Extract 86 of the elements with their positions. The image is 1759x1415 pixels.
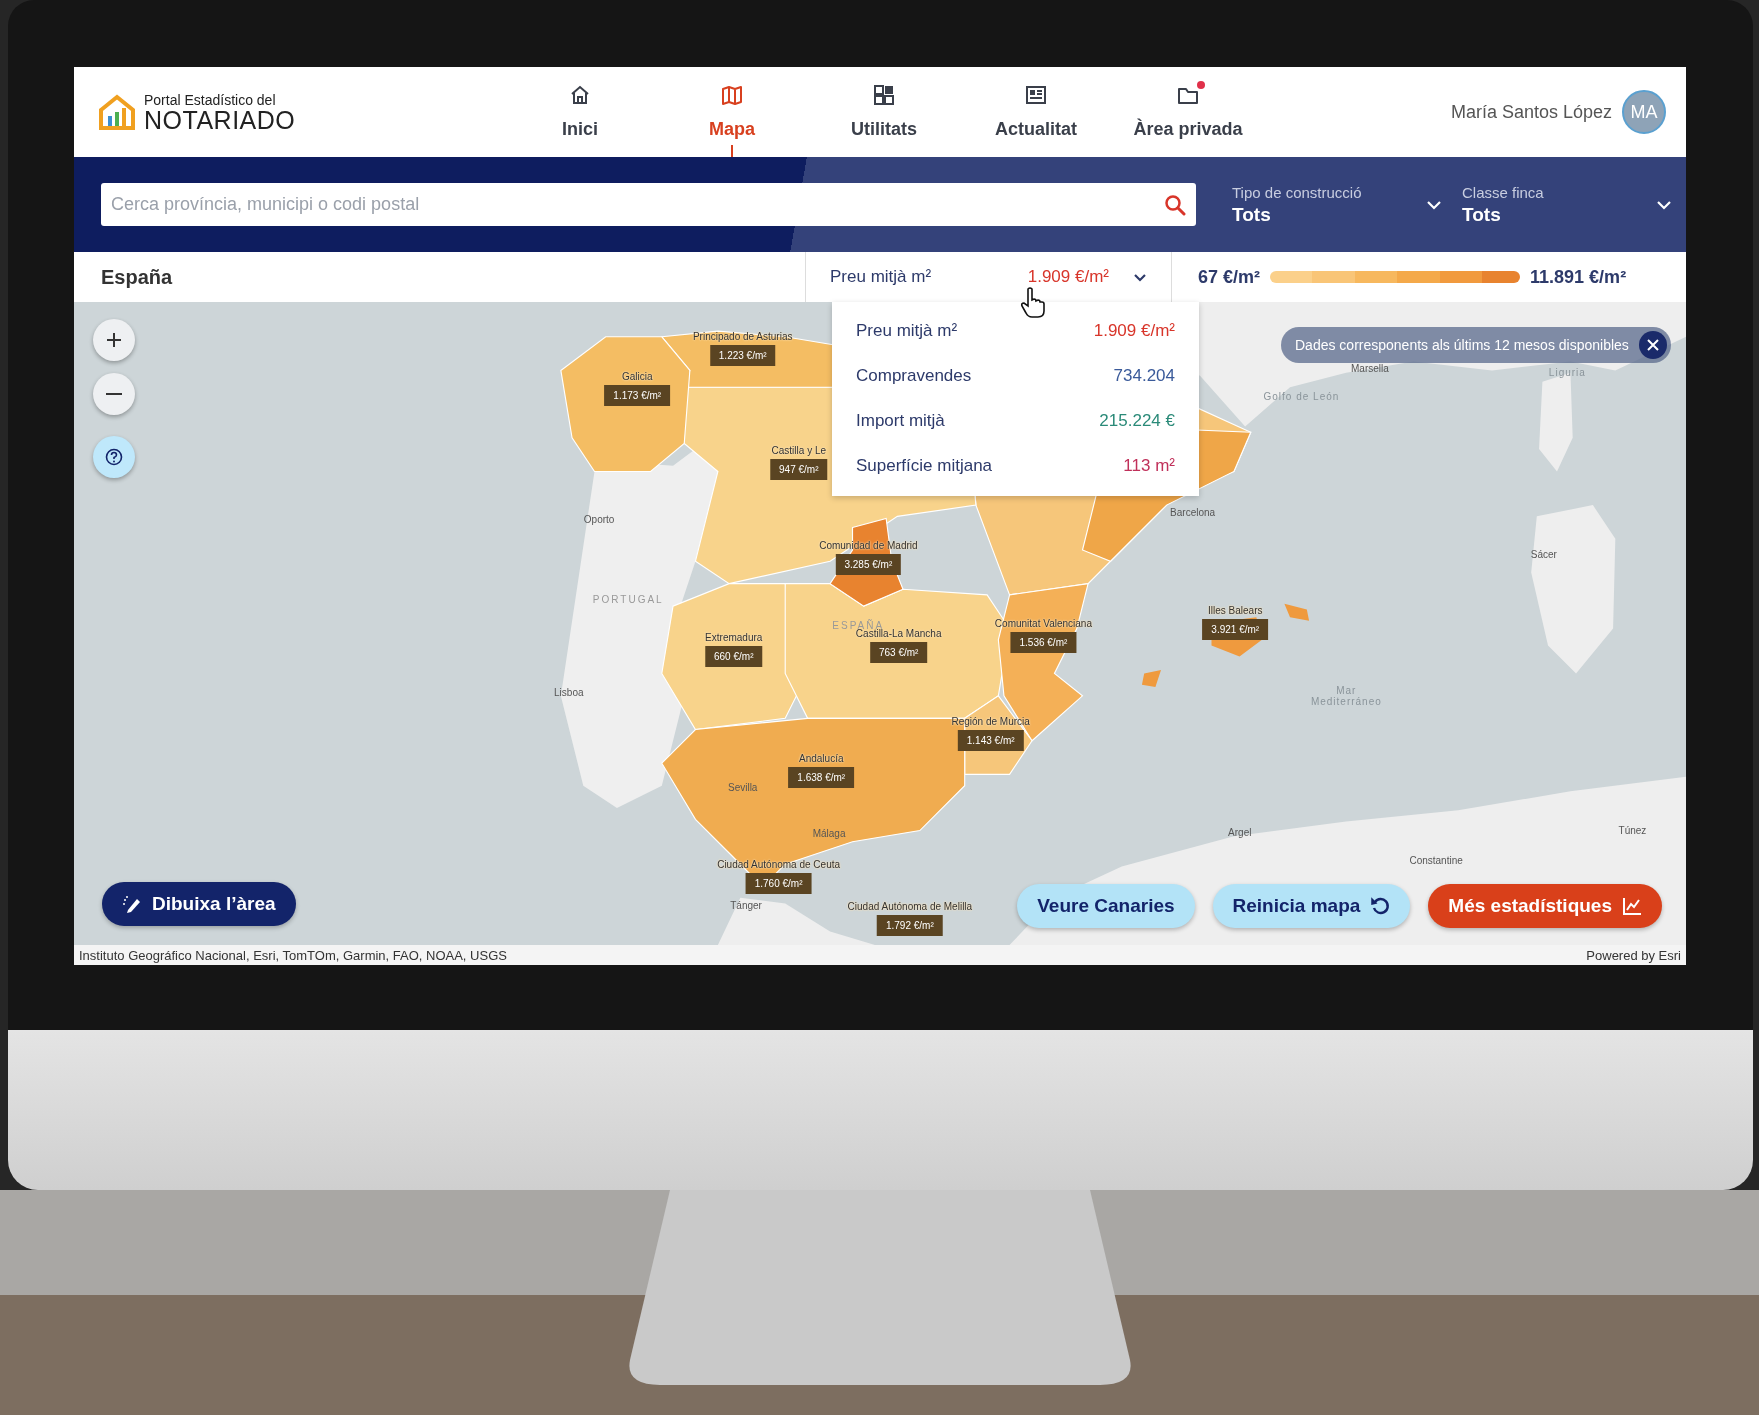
price-tag: 947 €/m² (770, 459, 828, 481)
sea-label: Mar Mediterráneo (1309, 684, 1383, 707)
metric-dropdown[interactable]: Preu mitjà m² 1.909 €/m² (805, 252, 1172, 302)
price-tag: 3.921 €/m² (1202, 618, 1269, 640)
region-label: Galicia (621, 371, 653, 383)
region-label: Castilla y Le (771, 445, 827, 457)
map-attribution: Instituto Geográfico Nacional, Esri, TomTOm, Garmin, FAO, NOAA, USGS (79, 947, 507, 963)
menu-item[interactable]: Import mitjà 215.224 € (832, 398, 1199, 443)
dropdown-value: Tots (1462, 203, 1502, 226)
canary-islands-button[interactable]: Veure Canaries (1017, 884, 1195, 928)
powered-by-text: Powered by Esri (1586, 947, 1681, 963)
pencil-icon (122, 894, 142, 914)
nav-tab[interactable]: Utilitats (808, 67, 960, 157)
statistics-button[interactable]: Més estadístiques (1428, 884, 1662, 928)
help-icon (105, 448, 123, 466)
nav-tab[interactable]: Actualitat (960, 67, 1112, 157)
country-label: ESPAÑA (832, 619, 885, 631)
region-label: Illes Balears (1208, 604, 1263, 616)
city-label: Tánger (730, 899, 762, 910)
price-tag: 3.285 €/m² (835, 553, 902, 575)
chevron-down-icon (1656, 199, 1672, 210)
draw-area-button[interactable]: Dibuixa l’àrea (102, 882, 296, 926)
news-icon (1025, 84, 1047, 106)
price-tag: 763 €/m² (869, 642, 928, 664)
search-icon[interactable] (1164, 194, 1186, 216)
logo-title: NOTARIADO (144, 107, 296, 133)
city-label: Málaga (812, 827, 846, 839)
notice-text: Dades corresponents als últims 12 mesos disponibles (1295, 337, 1629, 353)
active-tab-indicator (731, 145, 733, 157)
price-tag: 1.536 €/m² (1010, 632, 1077, 654)
menu-item[interactable]: Superfície mitjana 113 m² (832, 443, 1199, 488)
notification-dot (1197, 81, 1205, 89)
user-name: María Santos López (1450, 101, 1612, 123)
dropdown-label: Classe finca (1462, 183, 1545, 201)
price-tag: 660 €/m² (705, 645, 763, 667)
price-tag: 1.173 €/m² (604, 385, 671, 407)
price-tag: 1.143 €/m² (957, 729, 1024, 751)
area-title: España (100, 265, 174, 289)
dropdown-label: Tipo de construcció (1232, 183, 1363, 201)
city-label: Constantine (1409, 854, 1463, 866)
city-label: Túnez (1618, 824, 1647, 836)
logo-subtitle: Portal Estadístico del (144, 91, 277, 108)
search-field[interactable]: Cerca província, municipi o codi postal (101, 183, 1196, 226)
zoom-in-button[interactable] (93, 319, 135, 361)
price-tag: 1.223 €/m² (709, 345, 776, 366)
line-chart-icon (1622, 896, 1642, 916)
chevron-down-icon (1426, 199, 1442, 210)
reset-icon (1370, 896, 1391, 916)
city-label: Marsella (1351, 362, 1389, 374)
menu-item[interactable]: Compravendes 734.204 (832, 353, 1199, 398)
region-label: Castilla-La Mancha (855, 628, 942, 640)
nav-tab[interactable]: Inici (504, 67, 656, 157)
minus-icon (106, 393, 122, 395)
menu-item[interactable]: Preu mitjà m² 1.909 €/m² (832, 308, 1199, 353)
price-tag: 1.638 €/m² (788, 766, 855, 788)
city-label: Sevilla (727, 781, 758, 793)
dropdown-value: Tots (1232, 203, 1272, 226)
close-button[interactable] (1638, 331, 1667, 359)
filter-dropdown[interactable]: Tipo de construcció Tots (1232, 183, 1442, 226)
city-label: Sácer (1530, 548, 1557, 560)
price-tag: 1.760 €/m² (745, 873, 812, 895)
chevron-down-icon (1133, 272, 1147, 282)
close-icon (1646, 339, 1659, 351)
sea-label: Golfo de León (1262, 390, 1341, 402)
map-icon (721, 84, 743, 106)
price-tag: 1.792 €/m² (876, 915, 943, 936)
grid-icon (873, 84, 895, 106)
city-label: Argel (1228, 826, 1252, 838)
region-label: Extremadura (705, 631, 763, 643)
plus-icon (106, 332, 122, 348)
sea-label: Liguria (1547, 366, 1587, 378)
help-button[interactable] (93, 436, 135, 478)
home-icon (569, 84, 591, 106)
legend-max: 11.891 €/m² (1530, 266, 1627, 288)
nav-tab[interactable]: Mapa (656, 67, 808, 157)
legend-min: 67 €/m² (1198, 266, 1261, 288)
country-label: PORTUGAL (592, 593, 664, 605)
city-label: Barcelona (1170, 506, 1216, 518)
city-label: Oporto (583, 513, 615, 525)
city-label: Lisboa (554, 686, 584, 698)
region-label: Andalucía (799, 752, 844, 764)
reset-map-button[interactable]: Reinicia mapa (1212, 884, 1411, 928)
region-label: Ciudad Autónoma de Melilla (847, 901, 973, 912)
nav-tab[interactable]: Àrea privada (1112, 67, 1264, 157)
filter-dropdown[interactable]: Classe finca Tots (1462, 183, 1672, 226)
logo-icon (98, 94, 136, 130)
